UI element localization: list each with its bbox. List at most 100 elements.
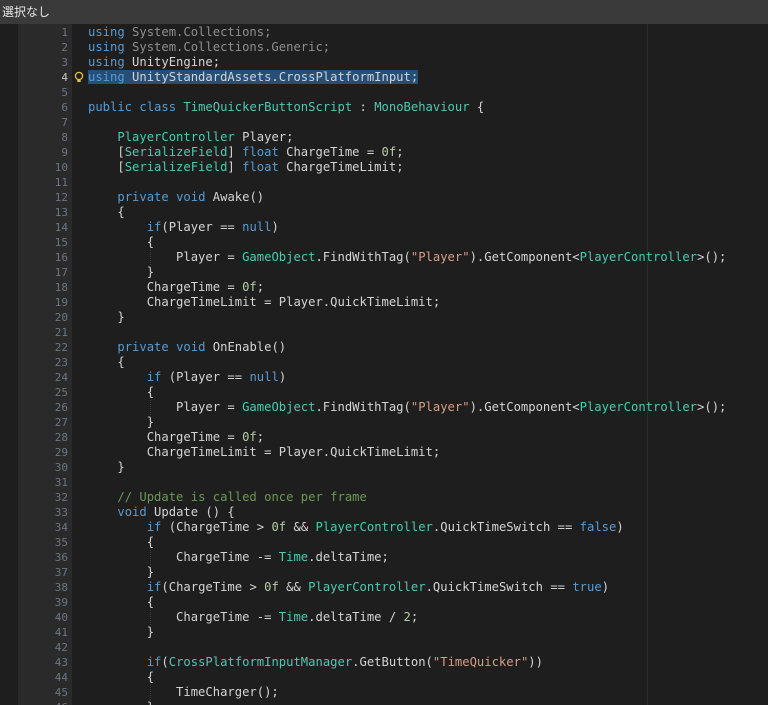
code-line[interactable] (72, 85, 768, 100)
code-line[interactable]: if(CrossPlatformInputManager.GetButton("… (72, 655, 768, 670)
code-line[interactable]: if (Player == null) (72, 370, 768, 385)
line-number[interactable]: 46 (36, 700, 68, 705)
line-number[interactable]: 10 (36, 160, 68, 175)
line-number[interactable]: 35 (36, 535, 68, 550)
line-number[interactable]: 21 (36, 325, 68, 340)
code-line[interactable]: using UnityEngine; (72, 55, 768, 70)
code-line[interactable]: ChargeTime = 0f; (72, 430, 768, 445)
code-line[interactable]: { (72, 595, 768, 610)
code-token: null (249, 370, 279, 384)
line-number[interactable]: 7 (36, 115, 68, 130)
code-line[interactable]: ChargeTimeLimit = Player.QuickTimeLimit; (72, 445, 768, 460)
code-line[interactable] (72, 640, 768, 655)
code-token: 0f (271, 520, 287, 534)
code-line[interactable] (72, 175, 768, 190)
line-number[interactable]: 8 (36, 130, 68, 145)
line-number[interactable]: 15 (36, 235, 68, 250)
code-line[interactable]: ChargeTimeLimit = Player.QuickTimeLimit; (72, 295, 768, 310)
line-number[interactable]: 40 (36, 610, 68, 625)
line-number[interactable]: 11 (36, 175, 68, 190)
code-line[interactable]: Player = GameObject.FindWithTag("Player"… (72, 400, 768, 415)
code-line[interactable]: void Update () { (72, 505, 768, 520)
line-number[interactable]: 41 (36, 625, 68, 640)
code-line[interactable] (72, 475, 768, 490)
code-line[interactable]: using System.Collections; (72, 25, 768, 40)
line-number-gutter[interactable]: 1 2 3 4 5 6 7 8 9 10 11 12 13 14 15 16 17 18 19 20 21 22 23 24 2… (18, 24, 84, 705)
line-number[interactable]: 2 (36, 40, 68, 55)
line-number[interactable]: 38 (36, 580, 68, 595)
code-line[interactable]: { (72, 535, 768, 550)
code-line[interactable]: { (72, 670, 768, 685)
line-number[interactable]: 24 (36, 370, 68, 385)
line-number[interactable]: 28 (36, 430, 68, 445)
line-number[interactable]: 18 (36, 280, 68, 295)
code-line[interactable]: } (72, 460, 768, 475)
code-line[interactable]: ChargeTime -= Time.deltaTime; (72, 550, 768, 565)
code-line[interactable]: } (72, 565, 768, 580)
line-number[interactable]: 6 (36, 100, 68, 115)
line-number[interactable]: 29 (36, 445, 68, 460)
line-number[interactable]: 45 (36, 685, 68, 700)
code-line[interactable]: [SerializeField] float ChargeTimeLimit; (72, 160, 768, 175)
code-line[interactable]: } (72, 265, 768, 280)
code-token: PlayerController (308, 580, 426, 594)
code-line[interactable]: } (72, 415, 768, 430)
line-number[interactable]: 3 (36, 55, 68, 70)
line-number[interactable]: 39 (36, 595, 68, 610)
code-line[interactable]: { (72, 355, 768, 370)
code-line[interactable] (72, 325, 768, 340)
code-token: ChargeTimeLimit = Player.QuickTimeLimit; (88, 295, 441, 309)
line-number[interactable]: 27 (36, 415, 68, 430)
line-number[interactable]: 30 (36, 460, 68, 475)
line-number[interactable]: 12 (36, 190, 68, 205)
code-line[interactable]: { (72, 205, 768, 220)
code-line[interactable]: TimeCharger(); (72, 685, 768, 700)
code-line[interactable]: if(ChargeTime > 0f && PlayerController.Q… (72, 580, 768, 595)
code-line[interactable]: public class TimeQuickerButtonScript : M… (72, 100, 768, 115)
code-line[interactable]: private void OnEnable() (72, 340, 768, 355)
code-area[interactable]: using System.Collections; using System.Co… (72, 24, 768, 705)
line-number[interactable]: 4 (36, 70, 68, 85)
line-number[interactable]: 31 (36, 475, 68, 490)
line-number[interactable]: 9 (36, 145, 68, 160)
code-line[interactable]: [SerializeField] float ChargeTime = 0f; (72, 145, 768, 160)
line-number[interactable]: 26 (36, 400, 68, 415)
line-number[interactable]: 33 (36, 505, 68, 520)
code-line[interactable] (72, 115, 768, 130)
code-line[interactable]: PlayerController Player; (72, 130, 768, 145)
code-line[interactable]: if (ChargeTime > 0f && PlayerController.… (72, 520, 768, 535)
code-line[interactable]: ChargeTime -= Time.deltaTime / 2; (72, 610, 768, 625)
code-line[interactable]: // Update is called once per frame (72, 490, 768, 505)
line-number[interactable]: 32 (36, 490, 68, 505)
line-number[interactable]: 36 (36, 550, 68, 565)
line-number[interactable]: 5 (36, 85, 68, 100)
code-line[interactable]: using System.Collections.Generic; (72, 40, 768, 55)
line-number[interactable]: 20 (36, 310, 68, 325)
code-editor[interactable]: 1 2 3 4 5 6 7 8 9 10 11 12 13 14 15 16 17 18 19 20 21 22 23 24 2… (0, 24, 768, 705)
code-token: PlayerController (315, 520, 433, 534)
code-line[interactable]: using UnityStandardAssets.CrossPlatformI… (72, 70, 768, 85)
line-number[interactable]: 19 (36, 295, 68, 310)
line-number[interactable]: 25 (36, 385, 68, 400)
line-number[interactable]: 44 (36, 670, 68, 685)
line-number[interactable]: 42 (36, 640, 68, 655)
code-line[interactable]: } (72, 700, 768, 705)
line-number[interactable]: 23 (36, 355, 68, 370)
code-line[interactable]: { (72, 385, 768, 400)
line-number[interactable]: 13 (36, 205, 68, 220)
code-line[interactable]: } (72, 310, 768, 325)
line-number[interactable]: 43 (36, 655, 68, 670)
line-number[interactable]: 37 (36, 565, 68, 580)
code-line[interactable]: if(Player == null) (72, 220, 768, 235)
code-line[interactable]: Player = GameObject.FindWithTag("Player"… (72, 250, 768, 265)
line-number[interactable]: 17 (36, 265, 68, 280)
code-line[interactable]: ChargeTime = 0f; (72, 280, 768, 295)
line-number[interactable]: 14 (36, 220, 68, 235)
line-number[interactable]: 16 (36, 250, 68, 265)
line-number[interactable]: 22 (36, 340, 68, 355)
code-line[interactable]: { (72, 235, 768, 250)
code-line[interactable]: private void Awake() (72, 190, 768, 205)
line-number[interactable]: 1 (36, 25, 68, 40)
code-line[interactable]: } (72, 625, 768, 640)
line-number[interactable]: 34 (36, 520, 68, 535)
